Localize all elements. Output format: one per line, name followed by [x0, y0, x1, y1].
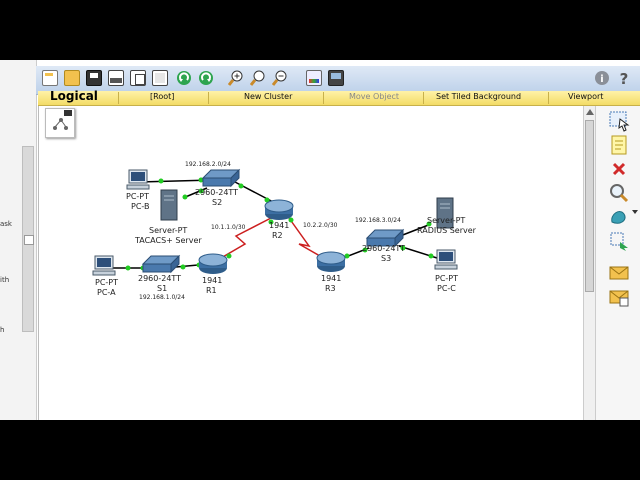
left-window-strip: ask ith h [0, 60, 37, 420]
logical-canvas[interactable]: PC-PT PC-B Server-PT TACACS+ Server 2960… [38, 106, 584, 420]
select-tool-icon[interactable] [608, 110, 630, 132]
network-label: 192.168.1.0/24 [139, 294, 185, 301]
bar-divider [323, 92, 324, 104]
r3-name-label: R3 [325, 284, 336, 293]
r2-name-label: R2 [272, 231, 283, 240]
radius-server-name-label: RADIUS Server [417, 226, 476, 235]
pc-c-name-label: PC-C [437, 284, 456, 293]
pc-a-type-label: PC-PT [95, 278, 119, 287]
add-simple-pdu-icon[interactable] [608, 262, 630, 284]
radius-server-type-label: Server-PT [427, 216, 466, 225]
bar-divider [208, 92, 209, 104]
router-icon [264, 199, 294, 220]
copy-icon[interactable] [130, 70, 146, 86]
resize-shape-tool-icon[interactable] [608, 230, 630, 252]
router-icon [316, 251, 346, 272]
pc-icon [126, 169, 150, 190]
network-label: 10.2.2.0/30 [303, 222, 338, 229]
bar-divider [548, 92, 549, 104]
zoom-out-icon[interactable] [271, 70, 288, 86]
note-tool-icon[interactable] [608, 134, 630, 156]
switch-icon [141, 254, 181, 274]
left-scrollbar-thumb[interactable] [24, 235, 34, 245]
workspace-bar: Logical [Root] New Cluster Move Object S… [38, 89, 640, 106]
router-icon [198, 253, 228, 274]
bar-divider [423, 92, 424, 104]
draw-shape-tool-icon[interactable] [608, 206, 630, 228]
viewport-button[interactable]: Viewport [568, 92, 603, 101]
info-icon[interactable]: i [594, 70, 610, 86]
pc-b-type-label: PC-PT [126, 192, 150, 201]
s2-name-label: S2 [212, 198, 223, 207]
zoom-reset-icon[interactable] [249, 70, 266, 86]
scrollbar-thumb[interactable] [585, 120, 594, 292]
print-icon[interactable] [108, 70, 124, 86]
add-complex-pdu-icon[interactable] [608, 286, 630, 308]
svg-text:i: i [600, 74, 603, 85]
server-icon [160, 189, 178, 221]
s2-type-label: 2960-24TT [195, 188, 239, 197]
svg-text:?: ? [620, 70, 629, 86]
bar-divider [118, 92, 119, 104]
topology-diagram [92, 168, 458, 276]
s1-type-label: 2960-24TT [138, 274, 182, 283]
pc-icon [92, 255, 116, 276]
device-icon[interactable] [328, 70, 344, 86]
left-text-fragment: ask [0, 220, 12, 228]
open-icon[interactable] [64, 70, 80, 86]
palette-icon[interactable] [306, 70, 322, 86]
paste-icon[interactable] [152, 70, 168, 86]
root-button[interactable]: [Root] [150, 92, 174, 101]
logical-workspace-tab[interactable]: Logical [50, 89, 98, 103]
save-icon[interactable] [86, 70, 102, 86]
scroll-up-arrow-icon[interactable] [586, 109, 594, 115]
common-tools-bar [595, 106, 640, 420]
application-window: ask ith h i ? Logical [Root] New Cluster… [0, 60, 640, 420]
undo-icon[interactable] [176, 70, 192, 86]
tacacs-server-name-label: TACACS+ Server [135, 236, 202, 245]
left-text-fragment: h [0, 326, 5, 334]
s1-name-label: S1 [157, 284, 168, 293]
redo-icon[interactable] [198, 70, 214, 86]
new-icon[interactable] [42, 70, 58, 86]
help-icon[interactable]: ? [616, 70, 632, 88]
network-label: 10.1.1.0/30 [211, 224, 246, 231]
r1-type-label: 1941 [202, 276, 223, 285]
dropdown-arrow-icon[interactable] [632, 210, 638, 214]
s3-name-label: S3 [381, 254, 392, 263]
tacacs-server-type-label: Server-PT [149, 226, 188, 235]
s3-type-label: 2960-24TT [362, 244, 406, 253]
r2-type-label: 1941 [269, 221, 290, 230]
pc-c-type-label: PC-PT [435, 274, 459, 283]
network-label: 192.168.3.0/24 [355, 217, 401, 224]
pc-a-name-label: PC-A [97, 288, 116, 297]
pc-icon [434, 249, 458, 270]
delete-tool-icon[interactable] [608, 158, 630, 180]
r3-type-label: 1941 [321, 274, 342, 283]
switch-icon [201, 168, 241, 188]
r1-name-label: R1 [206, 286, 217, 295]
network-label: 192.168.2.0/24 [185, 161, 231, 168]
left-scrollbar[interactable] [22, 146, 34, 332]
new-cluster-button[interactable]: New Cluster [244, 92, 292, 101]
left-text-fragment: ith [0, 276, 10, 284]
set-tiled-background-button[interactable]: Set Tiled Background [436, 92, 521, 101]
zoom-in-icon[interactable] [227, 70, 244, 86]
pc-b-name-label: PC-B [131, 202, 150, 211]
inspect-tool-icon[interactable] [608, 182, 630, 204]
move-object-button[interactable]: Move Object [349, 92, 399, 101]
